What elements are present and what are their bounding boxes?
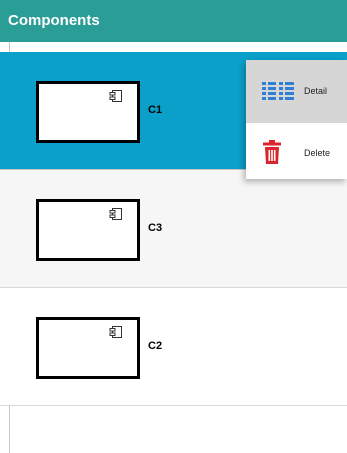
- component-label: C3: [148, 222, 163, 234]
- component-icon: [109, 326, 122, 338]
- list-detail-icon: [262, 82, 294, 100]
- component-icon: [109, 90, 122, 102]
- component-thumbnail: [36, 81, 140, 143]
- panel-title: Components: [0, 0, 347, 42]
- menu-item-detail[interactable]: Detail: [246, 60, 347, 123]
- context-menu: Detail Delete: [246, 60, 347, 179]
- component-label: C2: [148, 340, 163, 352]
- component-label: C1: [148, 104, 163, 116]
- component-row-c3[interactable]: C3: [0, 170, 347, 288]
- component-thumbnail: [36, 317, 140, 379]
- component-thumbnail: [36, 199, 140, 261]
- component-row-c2[interactable]: C2: [0, 288, 347, 406]
- trash-icon: [263, 140, 281, 164]
- menu-item-label: Detail: [304, 86, 328, 96]
- menu-item-label: Delete: [304, 148, 331, 158]
- menu-item-delete[interactable]: Delete: [246, 123, 347, 179]
- components-panel: Components C1 C3 C2 Detail Delete: [0, 0, 347, 453]
- component-icon: [109, 208, 122, 220]
